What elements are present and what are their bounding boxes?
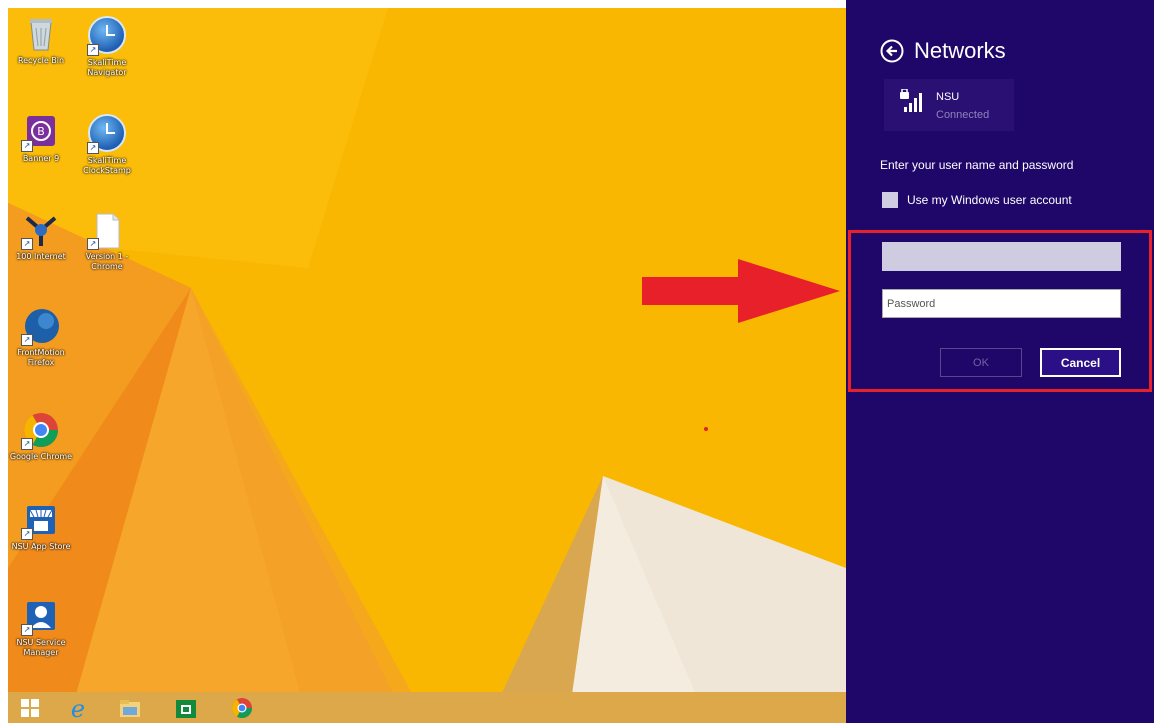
desktop-icon-recycle-bin[interactable]: Recycle Bin [8, 14, 74, 66]
start-icon [21, 699, 39, 717]
panel-header: Networks [880, 38, 1006, 64]
ok-button[interactable]: OK [940, 348, 1022, 377]
banner-app-icon: B ↗ [21, 112, 61, 152]
desktop-icon-label: Version 1 - Chrome [85, 252, 129, 271]
desktop-icon-label: FrontMotion Firefox [17, 348, 65, 367]
chrome-icon [232, 698, 252, 718]
desktop-icon-skalitime-navigator[interactable]: ↗ SkaliTime Navigator [74, 14, 140, 78]
taskbar-internet-explorer[interactable]: e [66, 696, 90, 720]
password-input[interactable] [882, 289, 1121, 318]
screen: Recycle Bin ↗ SkaliTime Navigator B ↗ Ba… [0, 0, 1154, 723]
credentials-prompt: Enter your user name and password [880, 158, 1074, 172]
clock-app-icon: ↗ [87, 114, 127, 154]
desktop-icon-version-1-chrome[interactable]: ↗ Version 1 - Chrome [74, 210, 140, 272]
svg-text:B: B [37, 125, 45, 138]
desktop-icon-label: Banner 9 [22, 154, 60, 163]
panel-title: Networks [914, 38, 1006, 63]
start-button[interactable] [18, 696, 42, 720]
desktop-icon-label: NSU App Store [11, 542, 71, 551]
internet-tool-icon: ↗ [21, 210, 61, 250]
cancel-button[interactable]: Cancel [1040, 348, 1121, 377]
red-arrow-indicator [642, 259, 840, 323]
desktop-icon-label: Recycle Bin [17, 56, 65, 65]
document-icon: ↗ [87, 210, 127, 250]
desktop-icon-frontmotion-firefox[interactable]: ↗ FrontMotion Firefox [8, 306, 74, 368]
store-icon [176, 700, 196, 718]
use-windows-account-label: Use my Windows user account [907, 193, 1072, 207]
network-name: NSU [936, 91, 960, 103]
internet-explorer-icon: e [71, 696, 85, 720]
wifi-secured-icon [900, 89, 922, 112]
desktop-icon-nsu-app-store[interactable]: ↗ NSU App Store [8, 500, 74, 552]
service-manager-icon: ↗ [21, 596, 61, 636]
svg-text:e: e [71, 696, 85, 720]
back-arrow-icon[interactable] [880, 39, 904, 63]
desktop-icon-label: SkaliTime Navigator [87, 58, 127, 77]
taskbar-chrome[interactable] [230, 696, 254, 720]
network-tile-nsu[interactable]: NSU Connected [884, 79, 1014, 131]
desktop-icon-label: 100 Internet [16, 252, 66, 261]
taskbar-store[interactable] [174, 696, 198, 720]
desktop-icon-nsu-service-manager[interactable]: ↗ NSU Service Manager [8, 596, 74, 658]
use-windows-account-option[interactable]: Use my Windows user account [882, 192, 1072, 208]
desktop-icon-label: NSU Service Manager [16, 638, 66, 657]
chrome-icon: ↗ [21, 410, 61, 450]
desktop-icon-label: Google Chrome [9, 452, 73, 461]
desktop-icon-label: SkaliTime ClockStamp [83, 156, 131, 175]
use-windows-account-checkbox[interactable] [882, 192, 898, 208]
app-store-icon: ↗ [21, 500, 61, 540]
username-input[interactable] [882, 242, 1121, 271]
desktop[interactable]: Recycle Bin ↗ SkaliTime Navigator B ↗ Ba… [8, 8, 846, 723]
clock-app-icon: ↗ [87, 16, 127, 56]
desktop-icon-skalitime-clockstamp[interactable]: ↗ SkaliTime ClockStamp [74, 112, 140, 176]
recycle-bin-icon [21, 14, 61, 54]
taskbar: e [8, 692, 846, 723]
desktop-icon-banner-9[interactable]: B ↗ Banner 9 [8, 112, 74, 164]
network-status: Connected [936, 109, 990, 121]
file-explorer-icon [120, 700, 140, 717]
firefox-icon: ↗ [21, 306, 61, 346]
desktop-icon-100-internet[interactable]: ↗ 100 Internet [8, 210, 74, 262]
taskbar-file-explorer[interactable] [118, 696, 142, 720]
desktop-icon-google-chrome[interactable]: ↗ Google Chrome [8, 410, 74, 462]
